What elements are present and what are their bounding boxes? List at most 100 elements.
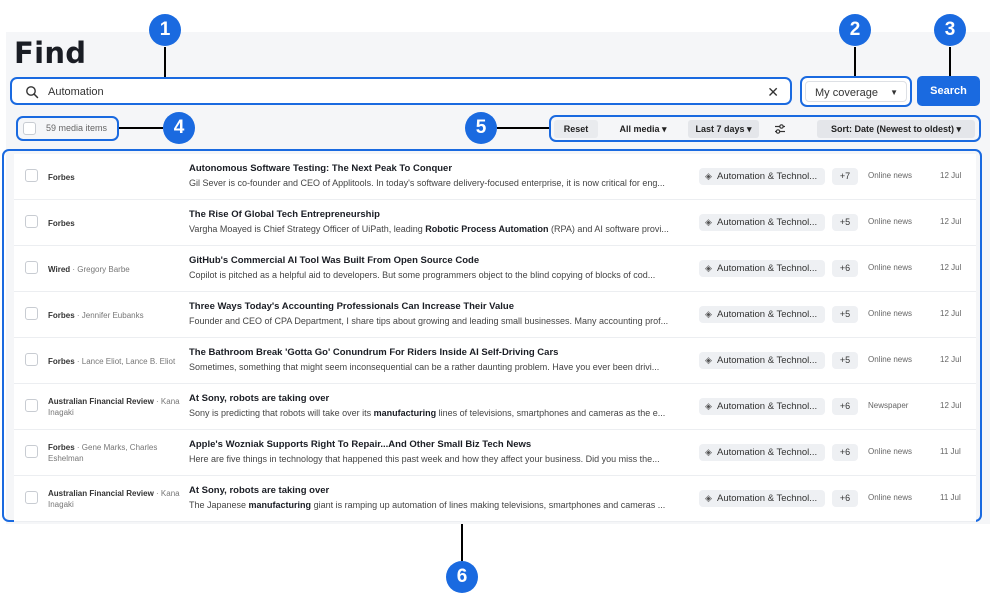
topic-tag[interactable]: ◈ Automation & Technol... (699, 168, 825, 185)
row-summary: Founder and CEO of CPA Department, I sha… (189, 316, 689, 326)
topic-tag-label: Automation & Technol... (717, 493, 818, 504)
coverage-select[interactable]: My coverage ▼ (805, 81, 907, 102)
source-name: Forbes (48, 443, 75, 452)
row-checkbox[interactable] (25, 261, 38, 274)
reset-button[interactable]: Reset (554, 120, 598, 138)
row-date: 11 Jul (940, 493, 961, 502)
search-input[interactable] (48, 83, 728, 101)
summary-highlight: Robotic Process Automation (425, 224, 549, 234)
summary-text: giant is ramping up automation of lines … (311, 500, 666, 510)
search-bar-highlight: ✕ (10, 77, 792, 105)
connector-line (497, 127, 549, 129)
page-title: Find (14, 36, 87, 70)
media-filter[interactable]: All media ▾ (603, 120, 683, 138)
caret-down-icon: ▼ (890, 88, 898, 97)
row-headline[interactable]: The Bathroom Break 'Gotta Go' Conundrum … (189, 347, 689, 358)
row-headline[interactable]: Three Ways Today's Accounting Profession… (189, 301, 689, 312)
topic-tag-label: Automation & Technol... (717, 309, 818, 320)
summary-highlight: manufacturing (373, 408, 437, 418)
source-name: Australian Financial Review (48, 397, 154, 406)
callout-marker-6: 6 (446, 561, 478, 593)
callout-marker-2: 2 (839, 14, 871, 46)
sort-select[interactable]: Sort: Date (Newest to oldest) ▾ (817, 120, 975, 138)
callout-marker-4: 4 (163, 112, 195, 144)
callout-marker-3: 3 (934, 14, 966, 46)
more-tags-badge[interactable]: +5 (832, 214, 858, 231)
list-item[interactable]: Australian Financial Review · Kana Inaga… (14, 476, 976, 522)
topic-tag[interactable]: ◈ Automation & Technol... (699, 352, 825, 369)
row-headline[interactable]: Apple's Wozniak Supports Right To Repair… (189, 439, 689, 450)
row-checkbox[interactable] (25, 491, 38, 504)
row-source: Forbes · Jennifer Eubanks (48, 292, 183, 338)
row-headline[interactable]: The Rise Of Global Tech Entrepreneurship (189, 209, 689, 220)
row-date: 12 Jul (940, 309, 962, 318)
list-item[interactable]: Australian Financial Review · Kana Inaga… (14, 384, 976, 430)
summary-text: (RPA) and AI software provi... (548, 224, 669, 234)
filter-settings-button[interactable] (765, 120, 795, 138)
row-headline[interactable]: Autonomous Software Testing: The Next Pe… (189, 163, 689, 174)
topic-tag[interactable]: ◈ Automation & Technol... (699, 260, 825, 277)
row-summary: Here are five things in technology that … (189, 454, 689, 464)
topic-tag[interactable]: ◈ Automation & Technol... (699, 398, 825, 415)
list-item[interactable]: Forbes · Lance Eliot, Lance B. Eliot The… (14, 338, 976, 384)
coverage-highlight: My coverage ▼ (800, 76, 912, 107)
topic-tag[interactable]: ◈ Automation & Technol... (699, 490, 825, 507)
row-source: Wired · Gregory Barbe (48, 246, 183, 292)
search-icon (26, 86, 39, 99)
more-tags-badge[interactable]: +5 (832, 352, 858, 369)
source-name: Forbes (48, 218, 75, 228)
row-checkbox[interactable] (25, 353, 38, 366)
date-filter[interactable]: Last 7 days ▾ (688, 120, 759, 138)
more-tags-badge[interactable]: +6 (832, 444, 858, 461)
row-checkbox[interactable] (25, 169, 38, 182)
list-item[interactable]: Forbes Autonomous Software Testing: The … (14, 154, 976, 200)
row-checkbox[interactable] (25, 445, 38, 458)
row-summary: Sometimes, something that might seem inc… (189, 362, 689, 372)
more-tags-badge[interactable]: +6 (832, 260, 858, 277)
row-checkbox[interactable] (25, 307, 38, 320)
row-source: Australian Financial Review · Kana Inaga… (48, 384, 183, 430)
more-tags-badge[interactable]: +6 (832, 490, 858, 507)
filter-bar: Reset All media ▾ Last 7 days ▾ Sort: Da… (549, 115, 981, 142)
summary-text: lines of televisions, smartphones and ca… (436, 408, 666, 418)
row-source: Forbes (48, 154, 183, 200)
media-type: Online news (868, 217, 913, 226)
topic-tag[interactable]: ◈ Automation & Technol... (699, 214, 825, 231)
summary-text: Vargha Moayed is Chief Strategy Officer … (189, 224, 426, 234)
connector-line (119, 127, 163, 129)
list-item[interactable]: Forbes · Jennifer Eubanks Three Ways Tod… (14, 292, 976, 338)
source-author: · Gregory Barbe (70, 264, 130, 274)
more-tags-badge[interactable]: +7 (832, 168, 858, 185)
source-name: Australian Financial Review (48, 489, 154, 498)
row-summary: Gil Sever is co-founder and CEO of Appli… (189, 178, 689, 188)
list-item[interactable]: Forbes · Gene Marks, Charles Eshelman Ap… (14, 430, 976, 476)
topic-tag[interactable]: ◈ Automation & Technol... (699, 306, 825, 323)
list-item[interactable]: Forbes The Rise Of Global Tech Entrepren… (14, 200, 976, 246)
list-item[interactable]: Wired · Gregory Barbe GitHub's Commercia… (14, 246, 976, 292)
more-tags-badge[interactable]: +6 (832, 398, 858, 415)
row-headline[interactable]: GitHub's Commercial AI Tool Was Built Fr… (189, 255, 689, 266)
callout-marker-1: 1 (149, 14, 181, 46)
summary-text: Here are five things in technology that … (189, 454, 660, 464)
row-checkbox[interactable] (25, 399, 38, 412)
connector-line (461, 524, 463, 561)
layers-icon: ◈ (705, 447, 712, 457)
layers-icon: ◈ (705, 355, 712, 365)
search-button[interactable]: Search (917, 76, 980, 106)
select-all-checkbox[interactable] (23, 122, 36, 135)
connector-line (854, 47, 856, 76)
media-type: Online news (868, 309, 913, 318)
callout-marker-5: 5 (465, 112, 497, 144)
summary-highlight: manufacturing (248, 500, 312, 510)
summary-text: Gil Sever is co-founder and CEO of Appli… (189, 178, 665, 188)
row-headline[interactable]: At Sony, robots are taking over (189, 485, 689, 496)
layers-icon: ◈ (705, 217, 712, 227)
topic-tag[interactable]: ◈ Automation & Technol... (699, 444, 825, 461)
layers-icon: ◈ (705, 401, 712, 411)
row-checkbox[interactable] (25, 215, 38, 228)
row-headline[interactable]: At Sony, robots are taking over (189, 393, 689, 404)
media-type: Online news (868, 171, 913, 180)
close-icon[interactable]: ✕ (767, 84, 779, 100)
results-list: Forbes Autonomous Software Testing: The … (14, 154, 976, 522)
more-tags-badge[interactable]: +5 (832, 306, 858, 323)
